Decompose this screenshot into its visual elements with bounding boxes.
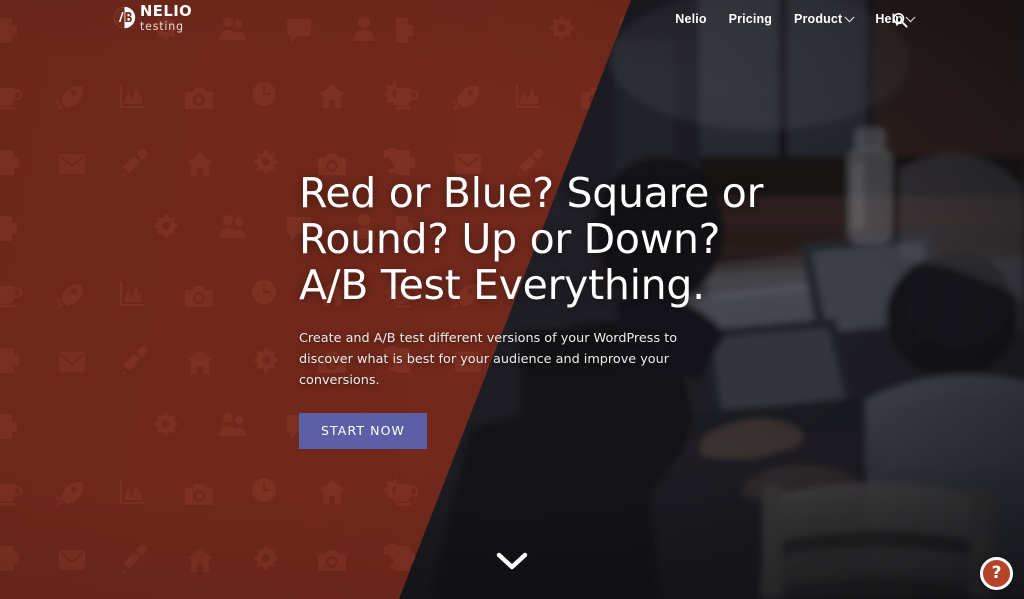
site-header: NELIO testing Nelio Pricing Product Help — [0, 0, 1024, 40]
logo-tagline: testing — [140, 18, 184, 33]
chevron-down-icon — [496, 552, 528, 570]
nav-label-product: Product — [794, 12, 843, 26]
logo-name: NELIO — [140, 2, 193, 20]
hero-subtitle: Create and A/B test different versions o… — [299, 331, 678, 388]
help-button[interactable]: ? — [980, 557, 1013, 590]
nav-item-product[interactable]: Product — [794, 11, 855, 26]
start-now-button[interactable]: START NOW — [299, 413, 427, 449]
nav-label-pricing: Pricing — [728, 12, 773, 26]
search-button[interactable] — [892, 12, 908, 28]
ab-circle-logo-icon — [113, 6, 136, 29]
logo-wordmark: NELIO testing — [140, 3, 195, 32]
site-logo[interactable]: NELIO testing — [113, 3, 195, 32]
search-icon — [892, 12, 908, 28]
hero-title: Red or Blue? Square or Round? Up or Down… — [299, 169, 764, 309]
chevron-down-icon — [844, 11, 855, 22]
hero-section: NELIO testing Nelio Pricing Product Help — [0, 0, 1024, 599]
scroll-down-button[interactable] — [494, 548, 530, 574]
nav-item-nelio[interactable]: Nelio — [675, 12, 706, 26]
nav-label-nelio: Nelio — [675, 12, 707, 26]
hero-content: Red or Blue? Square or Round? Up or Down… — [299, 170, 769, 449]
main-navigation: Nelio Pricing Product Help — [675, 11, 916, 26]
nav-item-pricing[interactable]: Pricing — [729, 12, 772, 26]
